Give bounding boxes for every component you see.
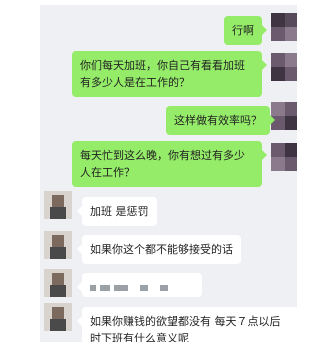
contact-avatar-other[interactable] bbox=[44, 269, 72, 297]
redaction-block bbox=[114, 285, 128, 291]
contact-avatar-self[interactable] bbox=[271, 53, 297, 81]
message-text: 如果你这个都不能够接受的话 bbox=[90, 243, 233, 256]
pixelated-avatar-icon bbox=[44, 191, 72, 219]
message-bubble-incoming[interactable]: 如果你赚钱的欲望都没有 每天７点以后时下班有什么意义呢 bbox=[77, 307, 297, 342]
contact-avatar-other[interactable] bbox=[44, 303, 72, 331]
message-text: 你们每天加班，你自己有看看加班有多少人是在工作的？ bbox=[80, 59, 245, 89]
pixelated-avatar-icon bbox=[44, 269, 72, 297]
redaction-block bbox=[160, 285, 168, 291]
message-bubble-incoming[interactable]: 加班 是惩罚 bbox=[77, 197, 157, 226]
message-text: 这样做有效率吗？ bbox=[174, 114, 262, 127]
message-bubble-outgoing[interactable]: 这样做有效率吗？ bbox=[166, 106, 275, 135]
contact-avatar-self[interactable] bbox=[271, 143, 297, 171]
redaction-block bbox=[140, 285, 148, 291]
message-text: 行啊 bbox=[232, 24, 254, 37]
pixelated-avatar-icon bbox=[271, 143, 297, 171]
redaction-block bbox=[100, 285, 110, 291]
message-text: 如果你赚钱的欲望都没有 每天７点以后时下班有什么意义呢 bbox=[90, 315, 281, 342]
chat-panel: 行啊 你们每天加班，你自己有看看加班有多少人是在工作的？ 这样做有效率吗？ 每天… bbox=[40, 5, 297, 342]
contact-avatar-other[interactable] bbox=[44, 231, 72, 259]
pixelated-avatar-icon bbox=[44, 231, 72, 259]
message-bubble-outgoing[interactable]: 行啊 bbox=[224, 16, 267, 45]
contact-avatar-other[interactable] bbox=[44, 191, 72, 219]
redaction-block bbox=[90, 285, 96, 291]
message-text: 每天忙到这么晚，你有想过有多少人在工作？ bbox=[80, 149, 245, 179]
contact-avatar-self[interactable] bbox=[271, 13, 297, 41]
message-bubble-incoming[interactable]: 如果你这个都不能够接受的话 bbox=[77, 235, 241, 264]
message-text: 加班 是惩罚 bbox=[90, 205, 149, 218]
message-bubble-outgoing[interactable]: 你们每天加班，你自己有看看加班有多少人是在工作的？ bbox=[72, 51, 267, 97]
pixelated-avatar-icon bbox=[271, 13, 297, 41]
pixelated-avatar-icon bbox=[271, 53, 297, 81]
pixelated-avatar-icon bbox=[44, 303, 72, 331]
message-bubble-outgoing[interactable]: 每天忙到这么晚，你有想过有多少人在工作？ bbox=[72, 141, 267, 187]
message-bubble-incoming[interactable] bbox=[77, 273, 202, 297]
